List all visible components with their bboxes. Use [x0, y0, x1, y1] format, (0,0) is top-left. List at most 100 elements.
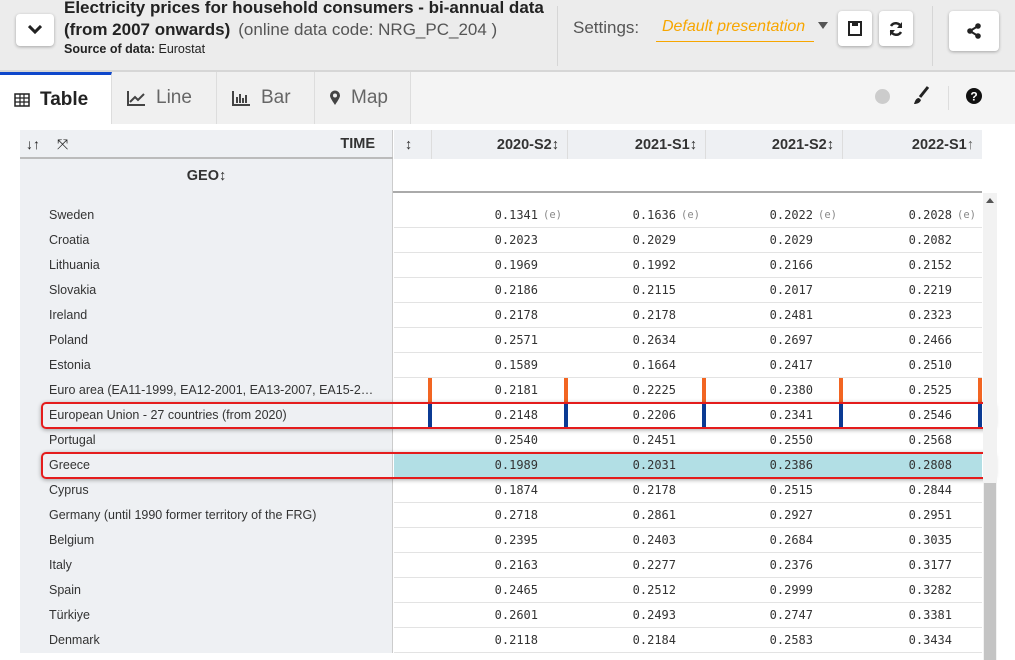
value-cell[interactable]: 0.2152: [843, 253, 982, 278]
geo-cell[interactable]: Slovakia: [20, 278, 393, 303]
geo-cell[interactable]: Sweden: [20, 203, 393, 228]
value-cell[interactable]: 0.2029: [706, 228, 843, 253]
scrollbar[interactable]: [983, 193, 997, 660]
value-cell[interactable]: 0.2466: [843, 328, 982, 353]
swap-axes-icon[interactable]: ↓↑: [26, 136, 40, 152]
sort-ascending-icon[interactable]: ↑: [967, 137, 974, 153]
brush-icon[interactable]: [912, 86, 930, 106]
value-cell[interactable]: 0.2206: [568, 403, 706, 428]
value-cell[interactable]: 0.2017: [706, 278, 843, 303]
value-cell[interactable]: 0.2540: [432, 428, 568, 453]
table-row[interactable]: Denmark 0.2118 0.2184 0.2583 0.3434: [20, 628, 982, 653]
table-row[interactable]: Estonia 0.1589 0.1664 0.2417 0.2510: [20, 353, 982, 378]
geo-cell[interactable]: Poland: [20, 328, 393, 353]
value-cell[interactable]: 0.2601: [432, 603, 568, 628]
geo-cell[interactable]: Euro area (EA11-1999, EA12-2001, EA13-20…: [20, 378, 393, 403]
value-cell[interactable]: 0.2118: [432, 628, 568, 653]
value-cell[interactable]: 0.2512: [568, 578, 706, 603]
value-cell[interactable]: 0.2634: [568, 328, 706, 353]
value-cell[interactable]: 0.1589: [432, 353, 568, 378]
table-row[interactable]: Sweden 0.1341 (e) 0.1636 (e) 0.2022 (e) 0.2028 (…: [20, 203, 982, 228]
table-row[interactable]: Germany (until 1990 former territory of …: [20, 503, 982, 528]
scroll-up-icon[interactable]: [986, 198, 994, 203]
geo-cell[interactable]: Belgium: [20, 528, 393, 553]
value-cell[interactable]: 0.2718: [432, 503, 568, 528]
value-cell[interactable]: 0.2184: [568, 628, 706, 653]
value-cell[interactable]: 0.2395: [432, 528, 568, 553]
value-cell[interactable]: 0.2844: [843, 478, 982, 503]
value-cell[interactable]: 0.2808: [843, 453, 982, 478]
geo-cell[interactable]: Germany (until 1990 former territory of …: [20, 503, 393, 528]
geo-cell[interactable]: Türkiye: [20, 603, 393, 628]
settings-select[interactable]: Default presentation: [656, 16, 814, 42]
caret-down-icon[interactable]: [818, 22, 828, 29]
value-cell[interactable]: 0.2550: [706, 428, 843, 453]
value-cell[interactable]: 0.2510: [843, 353, 982, 378]
value-cell[interactable]: 0.2115: [568, 278, 706, 303]
column-header-2021-S2[interactable]: 2021-S2 ↕: [706, 130, 843, 159]
value-cell[interactable]: 0.3282: [843, 578, 982, 603]
value-cell[interactable]: 0.2515: [706, 478, 843, 503]
sort-icon[interactable]: ↕: [219, 168, 226, 184]
table-row[interactable]: Türkiye 0.2601 0.2493 0.2747 0.3381: [20, 603, 982, 628]
geo-cell[interactable]: Ireland: [20, 303, 393, 328]
value-cell[interactable]: 0.2861: [568, 503, 706, 528]
help-icon[interactable]: ?: [966, 88, 982, 104]
value-cell[interactable]: 0.2380: [706, 378, 843, 403]
geo-cell[interactable]: Cyprus: [20, 478, 393, 503]
value-cell[interactable]: 0.2022 (e): [706, 203, 843, 228]
value-cell[interactable]: 0.2684: [706, 528, 843, 553]
save-button[interactable]: [838, 11, 872, 46]
value-cell[interactable]: 0.2481: [706, 303, 843, 328]
geo-cell[interactable]: Croatia: [20, 228, 393, 253]
value-cell[interactable]: 0.1664: [568, 353, 706, 378]
value-cell[interactable]: 0.2082: [843, 228, 982, 253]
table-row[interactable]: Slovakia 0.2186 0.2115 0.2017 0.2219: [20, 278, 982, 303]
tab-table[interactable]: Table: [0, 72, 112, 124]
value-cell[interactable]: 0.2571: [432, 328, 568, 353]
value-cell[interactable]: 0.2999: [706, 578, 843, 603]
sort-icon[interactable]: ↕: [827, 137, 834, 153]
value-cell[interactable]: 0.2031: [568, 453, 706, 478]
tab-map[interactable]: Map: [315, 72, 411, 124]
value-cell[interactable]: 0.2386: [706, 453, 843, 478]
value-cell[interactable]: 0.2493: [568, 603, 706, 628]
geo-cell[interactable]: Portugal: [20, 428, 393, 453]
table-row[interactable]: Poland 0.2571 0.2634 0.2697 0.2466: [20, 328, 982, 353]
table-row[interactable]: Lithuania 0.1969 0.1992 0.2166 0.2152: [20, 253, 982, 278]
expand-icon[interactable]: ⤧: [57, 136, 68, 153]
geo-cell[interactable]: Lithuania: [20, 253, 393, 278]
value-cell[interactable]: 0.2341: [706, 403, 843, 428]
sort-icon[interactable]: ↕: [405, 137, 412, 153]
value-cell[interactable]: 0.2178: [568, 303, 706, 328]
geo-cell[interactable]: Denmark: [20, 628, 393, 653]
value-cell[interactable]: 0.2403: [568, 528, 706, 553]
value-cell[interactable]: 0.2376: [706, 553, 843, 578]
table-row[interactable]: Portugal 0.2540 0.2451 0.2550 0.2568: [20, 428, 982, 453]
tab-line[interactable]: Line: [112, 72, 217, 124]
table-row[interactable]: European Union - 27 countries (from 2020…: [20, 403, 982, 428]
value-cell[interactable]: 0.2568: [843, 428, 982, 453]
value-cell[interactable]: 0.2181: [432, 378, 568, 403]
table-row[interactable]: Belgium 0.2395 0.2403 0.2684 0.3035: [20, 528, 982, 553]
table-row[interactable]: Italy 0.2163 0.2277 0.2376 0.3177: [20, 553, 982, 578]
value-cell[interactable]: 0.2225: [568, 378, 706, 403]
sort-icon[interactable]: ↕: [690, 137, 697, 153]
geo-header[interactable]: GEO↕: [20, 161, 393, 191]
value-cell[interactable]: 0.2166: [706, 253, 843, 278]
value-cell[interactable]: 0.3434: [843, 628, 982, 653]
column-header-2021-S1[interactable]: 2021-S1 ↕: [568, 130, 706, 159]
value-cell[interactable]: 0.2583: [706, 628, 843, 653]
value-cell[interactable]: 0.2163: [432, 553, 568, 578]
value-cell[interactable]: 0.1874: [432, 478, 568, 503]
share-button[interactable]: [949, 11, 999, 51]
column-header-partial[interactable]: ↕: [394, 130, 432, 159]
scrollbar-thumb[interactable]: [984, 483, 996, 660]
value-cell[interactable]: 0.2148: [432, 403, 568, 428]
value-cell[interactable]: 0.2186: [432, 278, 568, 303]
value-cell[interactable]: 0.2747: [706, 603, 843, 628]
value-cell[interactable]: 0.2178: [432, 303, 568, 328]
geo-cell[interactable]: Spain: [20, 578, 393, 603]
value-cell[interactable]: 0.3381: [843, 603, 982, 628]
value-cell[interactable]: 0.2546: [843, 403, 982, 428]
